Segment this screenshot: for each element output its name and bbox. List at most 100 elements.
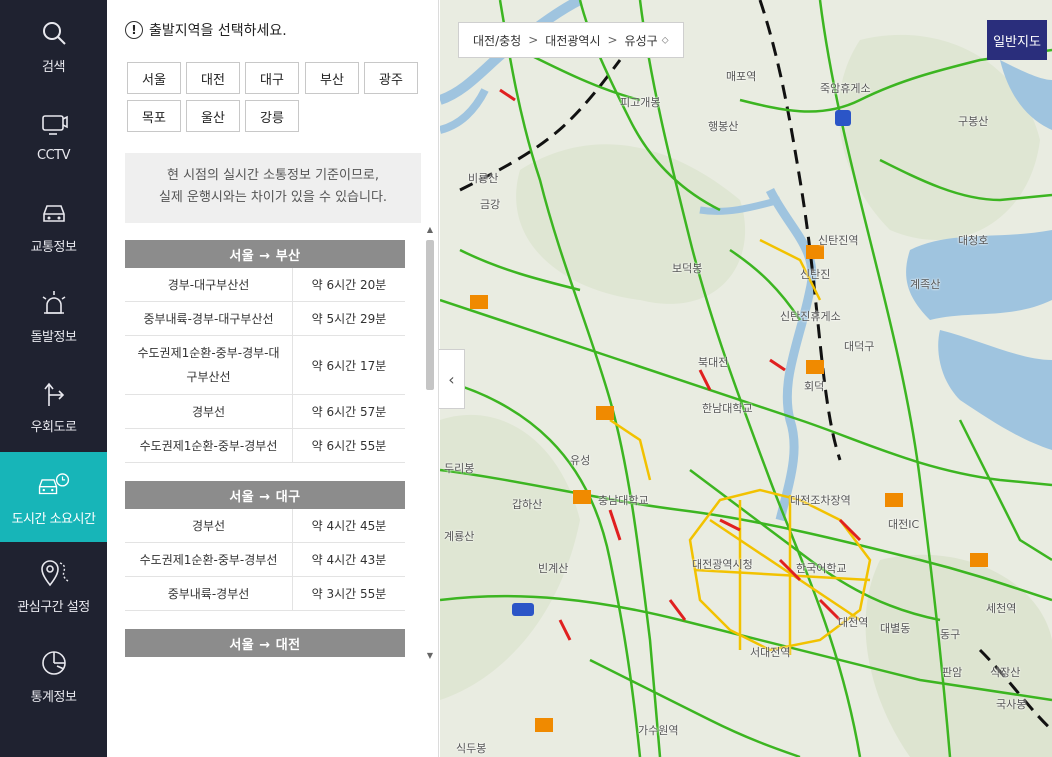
dropdown-icon[interactable]: ⬦ bbox=[662, 35, 669, 46]
route-name: 중부내륙-경부선 bbox=[125, 577, 293, 610]
nav-item-intercity-time[interactable]: 도시간 소요시간 bbox=[0, 452, 107, 542]
region-button-daejeon[interactable]: 대전 bbox=[186, 62, 240, 94]
notice-line: 실제 운행시와는 차이가 있을 수 있습니다. bbox=[158, 190, 388, 205]
map-label: 죽암휴게소 bbox=[820, 82, 871, 95]
map-label: 비룡산 bbox=[468, 172, 499, 185]
map-label: 국사봉 bbox=[996, 698, 1027, 711]
chevron-right-icon: > bbox=[528, 33, 539, 47]
region-button-gwangju[interactable]: 광주 bbox=[364, 62, 418, 94]
route-list-scrollbar[interactable]: ▲ ▼ bbox=[424, 225, 436, 663]
map-type-button[interactable]: 일반지도 bbox=[987, 20, 1047, 60]
route-time: 약 6시간 17분 bbox=[311, 358, 387, 373]
map-label: 동구 bbox=[940, 628, 961, 641]
region-button-seoul[interactable]: 서울 bbox=[127, 62, 181, 94]
route-name: 수도권제1순환-중부-경부선 bbox=[125, 543, 293, 576]
car-clock-icon bbox=[37, 468, 71, 502]
map-label: 회덕 bbox=[804, 380, 825, 393]
departure-prompt: ! 출발지역을 선택하세요. bbox=[125, 20, 287, 40]
map-label: 행봉산 bbox=[708, 120, 739, 133]
route-row: 수도권제1순환-중부-경부-대구부산선 약 6시간 17분 bbox=[125, 336, 405, 395]
region-button-mokpo[interactable]: 목포 bbox=[127, 100, 181, 132]
intercity-time-panel: ! 출발지역을 선택하세요. 서울 대전 대구 부산 광주 목포 울산 강릉 현… bbox=[107, 0, 439, 757]
region-button-busan[interactable]: 부산 bbox=[305, 62, 359, 94]
nav-item-traffic[interactable]: 교통정보 bbox=[0, 180, 107, 270]
map-label: 한국어학교 bbox=[796, 562, 847, 575]
route-row: 수도권제1순환-중부-경부선 약 4시간 43분 bbox=[125, 543, 405, 577]
map-label: 서대전역 bbox=[750, 646, 791, 659]
map-label: 금강 bbox=[480, 198, 501, 211]
map-label: 북대전 bbox=[698, 356, 729, 369]
nav-item-label: 돌발정보 bbox=[30, 329, 77, 345]
left-nav-sidebar: 검색 CCTV 교통정보 돌발정보 우회도로 도시간 소요시간 관심구간 설정 … bbox=[0, 0, 107, 757]
chevron-left-icon: ‹ bbox=[448, 369, 455, 389]
map-label: 매포역 bbox=[726, 70, 757, 83]
location-breadcrumb[interactable]: 대전/충청 > 대전광역시 > 유성구 ⬦ bbox=[458, 22, 684, 58]
route-name: 경부-대구부산선 bbox=[125, 268, 293, 301]
nav-item-interest-section[interactable]: 관심구간 설정 bbox=[0, 540, 107, 630]
map-label: 유성 bbox=[570, 454, 591, 467]
notice-line: 현 시점의 실시간 소통정보 기준이므로, bbox=[166, 168, 380, 183]
scroll-thumb[interactable] bbox=[426, 240, 434, 390]
nav-item-search[interactable]: 검색 bbox=[0, 0, 107, 90]
route-time: 약 6시간 57분 bbox=[311, 405, 387, 419]
prompt-text: 출발지역을 선택하세요. bbox=[149, 23, 287, 39]
map-label: 판암 bbox=[942, 666, 963, 679]
map-label: 대덕구 bbox=[844, 340, 875, 353]
map-label: 갑하산 bbox=[512, 498, 543, 511]
region-button-ulsan[interactable]: 울산 bbox=[186, 100, 240, 132]
route-row: 경부선 약 4시간 45분 bbox=[125, 509, 405, 543]
route-row: 중부내륙-경부-대구부산선 약 5시간 29분 bbox=[125, 302, 405, 336]
nav-item-detour[interactable]: 우회도로 bbox=[0, 360, 107, 450]
route-time: 약 6시간 55분 bbox=[311, 439, 387, 453]
breadcrumb-district[interactable]: 유성구 bbox=[625, 32, 658, 49]
breadcrumb-region[interactable]: 대전/충청 bbox=[473, 32, 521, 49]
nav-item-label: 관심구간 설정 bbox=[17, 599, 90, 615]
alert-light-icon bbox=[37, 286, 71, 320]
route-list: 서울 → 부산 경부-대구부산선 약 6시간 20분 중부내륙-경부-대구부산선… bbox=[125, 240, 405, 660]
map-label: 가수원역 bbox=[638, 724, 679, 737]
map-label: 대청호 bbox=[958, 234, 989, 247]
pin-icon bbox=[37, 556, 71, 590]
collapse-panel-button[interactable]: ‹ bbox=[439, 349, 465, 409]
route-group-header: 서울 → 부산 bbox=[125, 240, 405, 268]
route-group-header: 서울 → 대구 bbox=[125, 481, 405, 509]
traffic-map[interactable]: 매포역 죽암휴게소 피고개봉 행봉산 구봉산 금강 대청호 신탄진역 신탄진 보… bbox=[440, 0, 1052, 757]
route-row: 경부선 약 6시간 57분 bbox=[125, 395, 405, 429]
nav-item-label: CCTV bbox=[37, 147, 71, 163]
nav-item-incident[interactable]: 돌발정보 bbox=[0, 270, 107, 360]
map-label: 충남대학교 bbox=[598, 494, 649, 507]
cctv-icon bbox=[37, 108, 71, 142]
route-row: 수도권제1순환-중부-경부선 약 6시간 55분 bbox=[125, 429, 405, 463]
route-time: 약 5시간 29분 bbox=[311, 312, 387, 326]
map-label: 세천역 bbox=[986, 602, 1017, 615]
realtime-notice: 현 시점의 실시간 소통정보 기준이므로, 실제 운행시와는 차이가 있을 수 … bbox=[125, 153, 421, 223]
detour-icon bbox=[37, 376, 71, 410]
region-button-gangneung[interactable]: 강릉 bbox=[245, 100, 299, 132]
nav-item-label: 도시간 소요시간 bbox=[11, 511, 96, 527]
scroll-up-arrow-icon[interactable]: ▲ bbox=[424, 225, 436, 237]
breadcrumb-city[interactable]: 대전광역시 bbox=[545, 32, 600, 49]
map-label: 신탄진역 bbox=[818, 234, 859, 247]
nav-item-label: 우회도로 bbox=[30, 419, 77, 435]
nav-item-cctv[interactable]: CCTV bbox=[0, 90, 107, 180]
nav-item-statistics[interactable]: 통계정보 bbox=[0, 630, 107, 720]
map-label: 보덕봉 bbox=[672, 262, 703, 275]
route-time: 약 4시간 45분 bbox=[311, 519, 387, 533]
region-button-daegu[interactable]: 대구 bbox=[245, 62, 299, 94]
info-icon: ! bbox=[125, 21, 143, 39]
map-label: 식장산 bbox=[990, 666, 1021, 679]
nav-item-label: 교통정보 bbox=[30, 239, 77, 255]
map-label: 대별동 bbox=[880, 622, 911, 635]
map-label: 대전IC bbox=[888, 518, 920, 531]
scroll-down-arrow-icon[interactable]: ▼ bbox=[424, 651, 436, 663]
route-name: 수도권제1순환-중부-경부-대구부산선 bbox=[125, 336, 293, 394]
map-label: 신탄진휴게소 bbox=[780, 310, 841, 323]
map-label: 식두봉 bbox=[456, 742, 487, 755]
route-name: 수도권제1순환-중부-경부선 bbox=[125, 429, 293, 462]
map-label: 피고개봉 bbox=[620, 96, 661, 109]
car-icon bbox=[37, 196, 71, 230]
route-group-header: 서울 → 대전 bbox=[125, 629, 405, 657]
route-name: 경부선 bbox=[125, 509, 293, 542]
route-row: 경부-대구부산선 약 6시간 20분 bbox=[125, 268, 405, 302]
chevron-right-icon: > bbox=[607, 33, 618, 47]
